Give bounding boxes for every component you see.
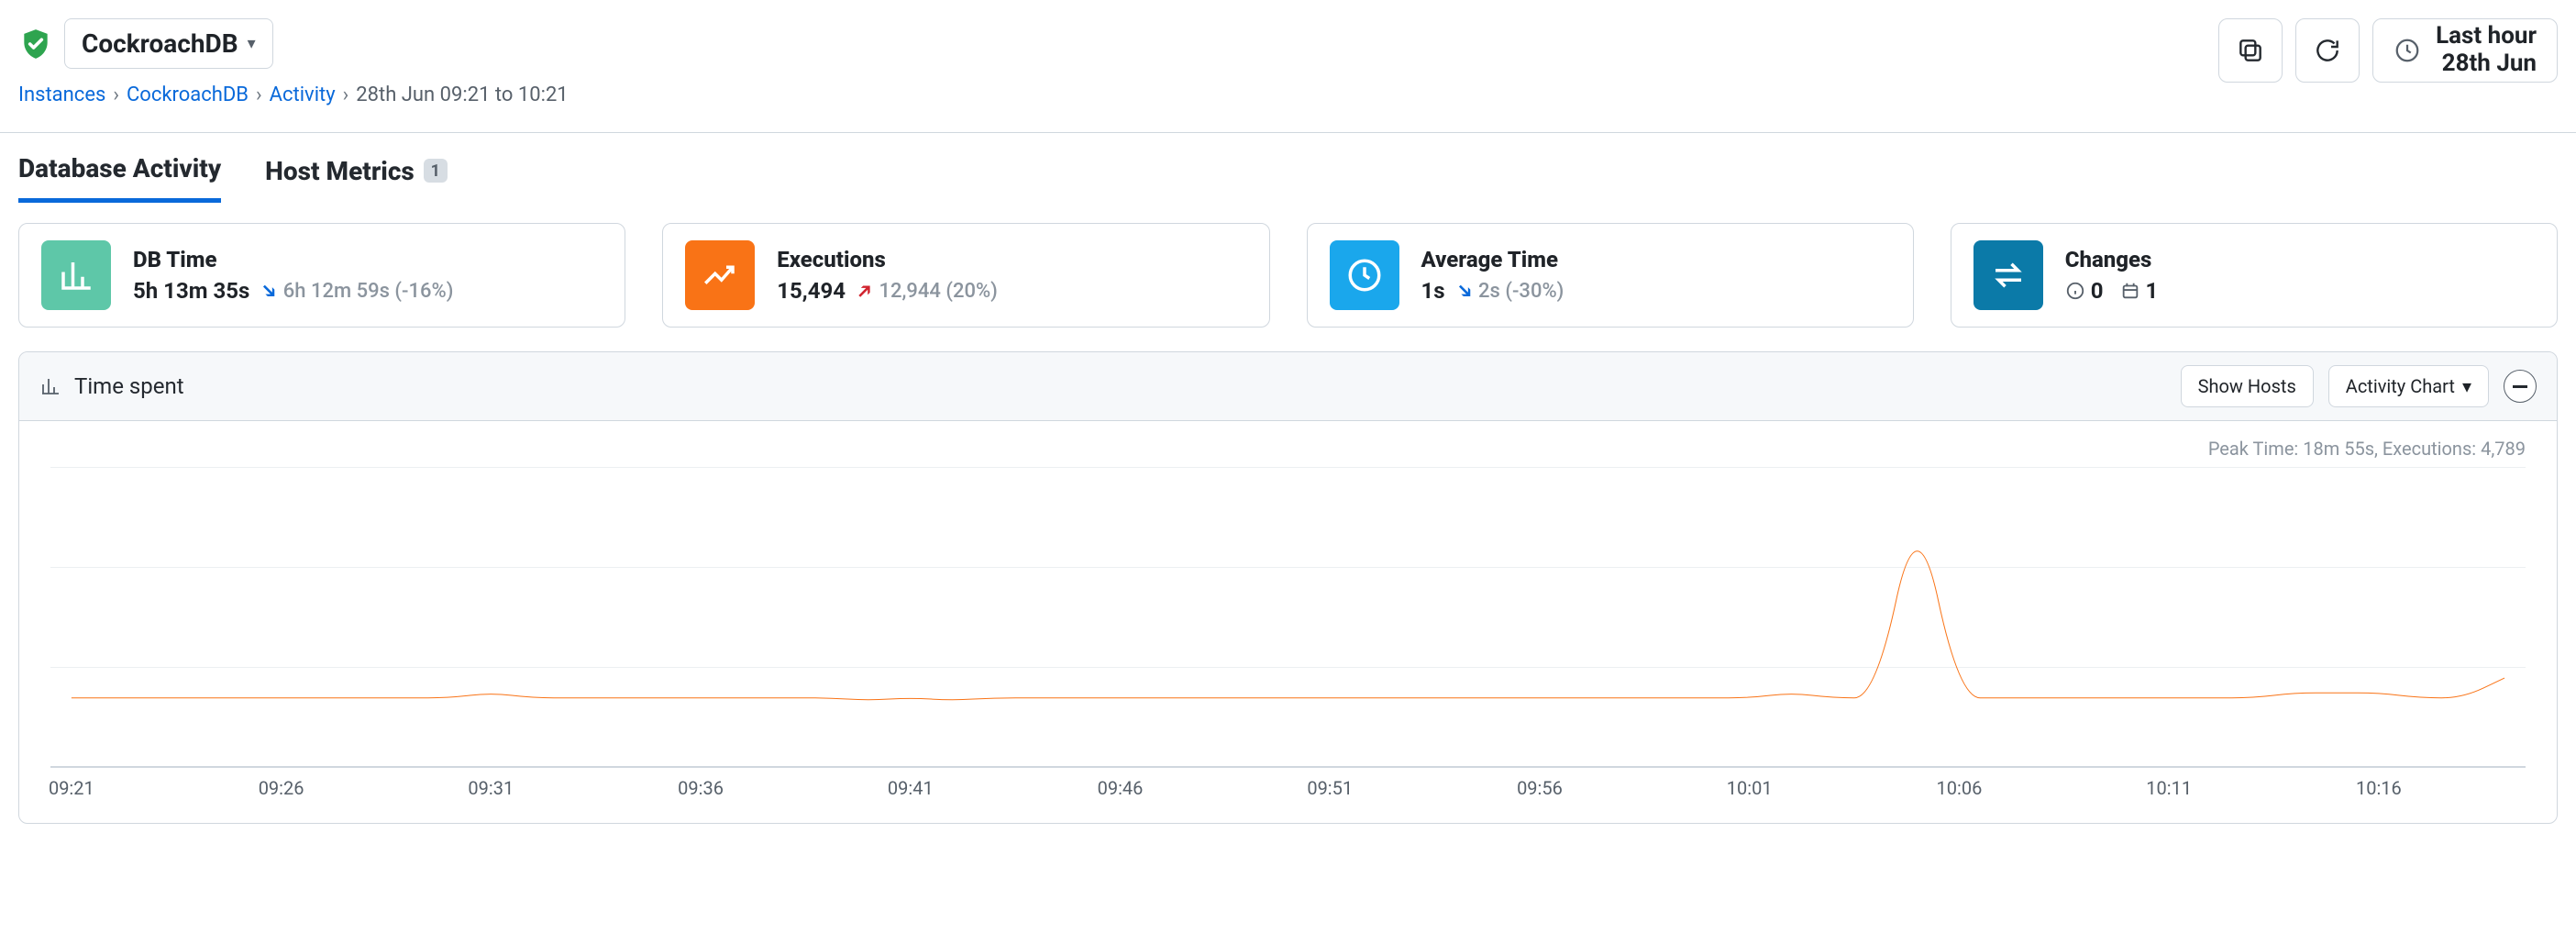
card-average-time-delta: 2s (-30%) [1478, 280, 1564, 303]
arrow-up-icon: ➔ [851, 277, 879, 305]
card-executions-title: Executions [777, 247, 998, 272]
swap-icon [1973, 240, 2043, 310]
changes-calendar-group: 1 [2120, 278, 2159, 304]
changes-info-count: 0 [2091, 278, 2104, 304]
x-tick: 09:51 [1307, 777, 1353, 799]
breadcrumb-cockroachdb[interactable]: CockroachDB [127, 83, 249, 106]
x-tick: 09:31 [468, 777, 514, 799]
breadcrumb-activity[interactable]: Activity [270, 83, 336, 106]
executions-line [50, 465, 2526, 713]
card-executions-value: 15,494 [777, 278, 846, 304]
x-tick: 10:16 [2356, 777, 2402, 799]
card-changes-title: Changes [2065, 247, 2159, 272]
time-range-selector[interactable]: Last hour 28th Jun [2372, 18, 2558, 83]
card-average-time-title: Average Time [1421, 247, 1564, 272]
clock-icon [1330, 240, 1399, 310]
refresh-button[interactable] [2295, 18, 2360, 83]
chevron-down-icon: ▾ [248, 34, 256, 53]
x-axis-ticks: 09:21 09:26 09:31 09:36 09:41 09:46 09:51 09:56… [50, 777, 2526, 803]
instance-selector[interactable]: CockroachDB ▾ [64, 18, 273, 69]
card-db-time-value: 5h 13m 35s [133, 278, 249, 304]
copy-icon [2236, 36, 2265, 65]
card-executions[interactable]: Executions 15,494 ➔12,944 (20%) [662, 223, 1269, 328]
x-tick: 09:56 [1517, 777, 1563, 799]
bar-chart-icon [39, 375, 61, 397]
card-executions-delta: 12,944 (20%) [879, 280, 997, 303]
card-db-time-title: DB Time [133, 247, 453, 272]
tab-host-metrics-label: Host Metrics [265, 156, 415, 186]
time-spent-chart [50, 465, 2526, 768]
x-tick: 09:36 [678, 777, 724, 799]
caret-down-icon: ▾ [2462, 375, 2471, 397]
instance-name: CockroachDB [82, 28, 238, 59]
x-tick: 10:11 [2146, 777, 2192, 799]
trend-up-icon [685, 240, 755, 310]
show-hosts-button[interactable]: Show Hosts [2181, 365, 2314, 407]
x-tick: 10:06 [1937, 777, 1983, 799]
time-spent-panel: Time spent Show Hosts Activity Chart ▾ P… [18, 351, 2558, 824]
x-tick: 09:21 [49, 777, 94, 799]
minimize-button[interactable] [2504, 370, 2537, 403]
copy-button[interactable] [2218, 18, 2283, 83]
host-metrics-badge: 1 [424, 159, 448, 183]
x-tick: 09:26 [259, 777, 304, 799]
time-range-line2: 28th Jun [2436, 50, 2537, 78]
minus-icon [2513, 385, 2527, 388]
card-db-time-delta: 6h 12m 59s (-16%) [283, 280, 454, 303]
shield-check-icon [18, 27, 53, 61]
x-tick: 09:41 [888, 777, 934, 799]
clock-icon [2394, 37, 2421, 64]
arrow-down-icon: ➔ [1450, 277, 1478, 305]
time-range-line1: Last hour [2436, 23, 2537, 50]
calendar-icon [2120, 281, 2140, 301]
tab-host-metrics[interactable]: Host Metrics 1 [265, 153, 448, 203]
breadcrumb-instances[interactable]: Instances [18, 83, 105, 106]
chart-peak-label: Peak Time: 18m 55s, Executions: 4,789 [50, 438, 2526, 460]
breadcrumb-timerange: 28th Jun 09:21 to 10:21 [356, 83, 568, 106]
refresh-icon [2313, 36, 2342, 65]
x-tick: 09:46 [1098, 777, 1144, 799]
panel-title: Time spent [74, 373, 184, 399]
card-average-time[interactable]: Average Time 1s ➔2s (-30%) [1307, 223, 1914, 328]
changes-info-group: 0 [2065, 278, 2104, 304]
bar-chart-icon [41, 240, 111, 310]
x-tick: 10:01 [1727, 777, 1773, 799]
card-changes[interactable]: Changes 0 1 [1951, 223, 2558, 328]
activity-chart-dropdown[interactable]: Activity Chart ▾ [2328, 365, 2489, 407]
card-average-time-value: 1s [1421, 278, 1445, 304]
activity-chart-label: Activity Chart [2346, 375, 2455, 397]
tab-database-activity[interactable]: Database Activity [18, 153, 221, 203]
breadcrumb: Instances › CockroachDB › Activity › 28t… [18, 83, 569, 106]
info-icon [2065, 281, 2085, 301]
arrow-down-icon: ➔ [255, 277, 283, 305]
card-db-time[interactable]: DB Time 5h 13m 35s ➔6h 12m 59s (-16%) [18, 223, 625, 328]
changes-calendar-count: 1 [2146, 278, 2159, 304]
